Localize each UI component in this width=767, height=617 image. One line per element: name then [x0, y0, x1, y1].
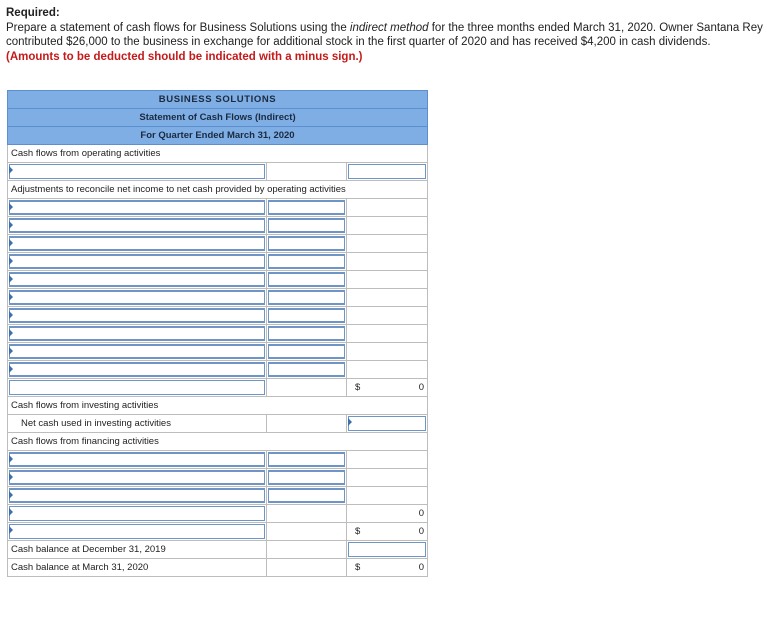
adjustment-amount-input[interactable] [268, 218, 345, 233]
adjustment-amount-input[interactable] [268, 362, 345, 377]
adjustment-row [7, 342, 429, 361]
net-income-row [7, 162, 429, 181]
net-change-row: $0 [7, 522, 429, 541]
adjustment-amount-input[interactable] [268, 308, 345, 323]
input-flag-icon [9, 365, 13, 373]
financing-amount-input[interactable] [268, 488, 345, 503]
company-name: BUSINESS SOLUTIONS [6, 90, 429, 109]
adjustment-row [7, 270, 429, 289]
investing-activities-label: Cash flows from investing activities [6, 396, 429, 415]
financing-label-input[interactable] [9, 488, 265, 503]
input-flag-icon [9, 166, 13, 174]
currency-symbol: $ [355, 526, 361, 537]
financing-amount-input[interactable] [268, 452, 345, 467]
adjustment-label-input[interactable] [9, 218, 265, 233]
net-change-value: 0 [418, 526, 425, 537]
input-flag-icon [9, 508, 13, 516]
net-investing-label: Net cash used in investing activities [7, 414, 267, 433]
adjustments-label: Adjustments to reconcile net income to n… [6, 180, 429, 199]
statement-period: For Quarter Ended March 31, 2020 [6, 126, 429, 145]
financing-total-row: 0 [7, 504, 429, 523]
adjustment-amount-input[interactable] [268, 326, 345, 341]
input-flag-icon [9, 347, 13, 355]
financing-row [7, 468, 429, 487]
input-flag-icon [9, 526, 13, 534]
ending-cash-row: Cash balance at March 31, 2020 $0 [7, 558, 429, 577]
adjustment-label-input[interactable] [9, 236, 265, 251]
adjustment-label-input[interactable] [9, 200, 265, 215]
adjustment-amount-input[interactable] [268, 272, 345, 287]
adjustment-label-input[interactable] [9, 362, 265, 377]
adjustment-amount-input[interactable] [268, 236, 345, 251]
adjustment-label-input[interactable] [9, 272, 265, 287]
adjustment-row [7, 360, 429, 379]
input-flag-icon [348, 418, 352, 426]
financing-total-label-input[interactable] [9, 506, 265, 521]
operating-total-value: 0 [418, 382, 425, 393]
adjustment-label-input[interactable] [9, 326, 265, 341]
financing-total-value: 0 [418, 508, 425, 519]
input-flag-icon [9, 311, 13, 319]
operating-total-label-input[interactable] [9, 380, 265, 395]
input-flag-icon [9, 473, 13, 481]
beginning-cash-row: Cash balance at December 31, 2019 [7, 540, 429, 559]
adjustment-amount-input[interactable] [268, 344, 345, 359]
financing-row [7, 486, 429, 505]
instructions: Required: Prepare a statement of cash fl… [6, 6, 764, 64]
adjustment-label-input[interactable] [9, 290, 265, 305]
minus-sign-note: (Amounts to be deducted should be indica… [6, 50, 363, 63]
instructions-text-1: Prepare a statement of cash flows for Bu… [6, 21, 350, 34]
statement-title: Statement of Cash Flows (Indirect) [6, 108, 429, 127]
adjustment-row [7, 306, 429, 325]
input-flag-icon [9, 455, 13, 463]
input-flag-icon [9, 203, 13, 211]
currency-symbol: $ [355, 382, 361, 393]
adjustment-row [7, 216, 429, 235]
financing-label-input[interactable] [9, 470, 265, 485]
adjustment-row [7, 324, 429, 343]
operating-activities-label: Cash flows from operating activities [6, 144, 429, 163]
adjustment-amount-input[interactable] [268, 254, 345, 269]
financing-row [7, 450, 429, 469]
input-flag-icon [9, 257, 13, 265]
adjustment-label-input[interactable] [9, 344, 265, 359]
currency-symbol: $ [355, 562, 361, 573]
input-flag-icon [9, 293, 13, 301]
net-change-label-input[interactable] [9, 524, 265, 539]
ending-cash-value: 0 [418, 562, 425, 573]
instructions-body: Prepare a statement of cash flows for Bu… [6, 21, 764, 65]
adjustment-label-input[interactable] [9, 308, 265, 323]
input-flag-icon [9, 329, 13, 337]
financing-amount-input[interactable] [268, 470, 345, 485]
required-heading: Required: [6, 7, 60, 19]
adjustment-row [7, 288, 429, 307]
input-flag-icon [9, 221, 13, 229]
cash-flow-statement: BUSINESS SOLUTIONS Statement of Cash Flo… [6, 90, 429, 577]
financing-label-input[interactable] [9, 452, 265, 467]
financing-activities-label: Cash flows from financing activities [6, 432, 429, 451]
net-investing-amount-input[interactable] [348, 416, 427, 431]
adjustment-row [7, 198, 429, 217]
ending-cash-label: Cash balance at March 31, 2020 [7, 558, 267, 577]
net-income-label-input[interactable] [9, 164, 265, 179]
input-flag-icon [9, 275, 13, 283]
operating-total-row: $0 [7, 378, 429, 397]
net-investing-row: Net cash used in investing activities [7, 414, 429, 433]
beginning-cash-label: Cash balance at December 31, 2019 [7, 540, 267, 559]
beginning-cash-input[interactable] [348, 542, 427, 557]
input-flag-icon [9, 491, 13, 499]
net-income-amount-input[interactable] [348, 164, 427, 179]
adjustment-row [7, 234, 429, 253]
adjustment-amount-input[interactable] [268, 290, 345, 305]
instructions-italic: indirect method [349, 21, 429, 34]
adjustment-row [7, 252, 429, 271]
input-flag-icon [9, 239, 13, 247]
adjustment-amount-input[interactable] [268, 200, 345, 215]
adjustment-label-input[interactable] [9, 254, 265, 269]
